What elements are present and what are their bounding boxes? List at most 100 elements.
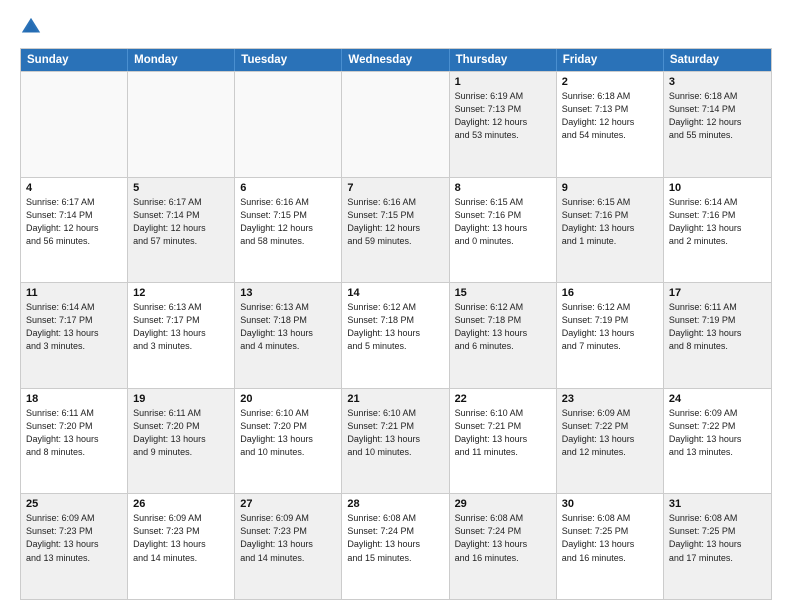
cell-date: 7 [347,182,443,194]
calendar-cell: 28 Sunrise: 6:08 AM Sunset: 7:24 PM Dayli… [342,494,449,599]
calendar-cell: 26 Sunrise: 6:09 AM Sunset: 7:23 PM Dayli… [128,494,235,599]
calendar-cell: 30Sunrise: 6:08 AM Sunset: 7:25 PM Dayli… [557,494,664,599]
calendar-cell: 1 Sunrise: 6:19 AM Sunset: 7:13 PM Daylig… [450,72,557,177]
calendar-cell: 27 Sunrise: 6:09 AM Sunset: 7:23 PM Dayli… [235,494,342,599]
cell-info: Sunrise: 6:08 AM Sunset: 7:24 PM Dayligh… [455,512,551,564]
calendar-cell: 12 Sunrise: 6:13 AM Sunset: 7:17 PM Dayli… [128,283,235,388]
calendar-cell [128,72,235,177]
cell-info: Sunrise: 6:12 AM Sunset: 7:19 PM Dayligh… [562,301,658,353]
cell-info: Sunrise: 6:14 AM Sunset: 7:17 PM Dayligh… [26,301,122,353]
cell-date: 2 [562,76,658,88]
cell-info: Sunrise: 6:11 AM Sunset: 7:20 PM Dayligh… [26,407,122,459]
calendar-row-0: 1 Sunrise: 6:19 AM Sunset: 7:13 PM Daylig… [21,71,771,177]
cell-date: 16 [562,287,658,299]
calendar: SundayMondayTuesdayWednesdayThursdayFrid… [20,48,772,600]
calendar-cell: 14 Sunrise: 6:12 AM Sunset: 7:18 PM Dayli… [342,283,449,388]
cell-info: Sunrise: 6:19 AM Sunset: 7:13 PM Dayligh… [455,90,551,142]
cell-date: 19 [133,393,229,405]
calendar-cell: 2 Sunrise: 6:18 AM Sunset: 7:13 PM Daylig… [557,72,664,177]
cell-info: Sunrise: 6:09 AM Sunset: 7:23 PM Dayligh… [26,512,122,564]
cell-info: Sunrise: 6:10 AM Sunset: 7:21 PM Dayligh… [455,407,551,459]
cell-info: Sunrise: 6:08 AM Sunset: 7:24 PM Dayligh… [347,512,443,564]
cell-date: 18 [26,393,122,405]
cell-info: Sunrise: 6:09 AM Sunset: 7:23 PM Dayligh… [133,512,229,564]
cell-info: Sunrise: 6:18 AM Sunset: 7:13 PM Dayligh… [562,90,658,142]
calendar-cell: 21 Sunrise: 6:10 AM Sunset: 7:21 PM Dayli… [342,389,449,494]
page: SundayMondayTuesdayWednesdayThursdayFrid… [0,0,792,612]
cell-info: Sunrise: 6:18 AM Sunset: 7:14 PM Dayligh… [669,90,766,142]
calendar-cell: 13 Sunrise: 6:13 AM Sunset: 7:18 PM Dayli… [235,283,342,388]
calendar-cell: 6Sunrise: 6:16 AM Sunset: 7:15 PM Daylig… [235,178,342,283]
cell-date: 17 [669,287,766,299]
cell-info: Sunrise: 6:10 AM Sunset: 7:21 PM Dayligh… [347,407,443,459]
day-header-monday: Monday [128,49,235,71]
cell-info: Sunrise: 6:09 AM Sunset: 7:22 PM Dayligh… [562,407,658,459]
cell-date: 9 [562,182,658,194]
calendar-cell: 20Sunrise: 6:10 AM Sunset: 7:20 PM Dayli… [235,389,342,494]
cell-info: Sunrise: 6:12 AM Sunset: 7:18 PM Dayligh… [347,301,443,353]
cell-date: 14 [347,287,443,299]
cell-date: 13 [240,287,336,299]
cell-info: Sunrise: 6:09 AM Sunset: 7:22 PM Dayligh… [669,407,766,459]
day-header-tuesday: Tuesday [235,49,342,71]
cell-info: Sunrise: 6:15 AM Sunset: 7:16 PM Dayligh… [455,196,551,248]
calendar-cell: 23Sunrise: 6:09 AM Sunset: 7:22 PM Dayli… [557,389,664,494]
calendar-cell: 16 Sunrise: 6:12 AM Sunset: 7:19 PM Dayli… [557,283,664,388]
day-header-wednesday: Wednesday [342,49,449,71]
cell-date: 24 [669,393,766,405]
calendar-cell: 5 Sunrise: 6:17 AM Sunset: 7:14 PM Daylig… [128,178,235,283]
cell-date: 10 [669,182,766,194]
cell-info: Sunrise: 6:16 AM Sunset: 7:15 PM Dayligh… [240,196,336,248]
cell-date: 1 [455,76,551,88]
cell-date: 8 [455,182,551,194]
header [20,16,772,38]
logo [20,16,46,38]
calendar-cell: 19 Sunrise: 6:11 AM Sunset: 7:20 PM Dayli… [128,389,235,494]
calendar-cell: 9 Sunrise: 6:15 AM Sunset: 7:16 PM Daylig… [557,178,664,283]
calendar-cell: 4 Sunrise: 6:17 AM Sunset: 7:14 PM Daylig… [21,178,128,283]
cell-date: 3 [669,76,766,88]
cell-date: 29 [455,498,551,510]
calendar-header-row: SundayMondayTuesdayWednesdayThursdayFrid… [21,49,771,71]
calendar-row-3: 18 Sunrise: 6:11 AM Sunset: 7:20 PM Dayli… [21,388,771,494]
calendar-cell: 25Sunrise: 6:09 AM Sunset: 7:23 PM Dayli… [21,494,128,599]
cell-info: Sunrise: 6:15 AM Sunset: 7:16 PM Dayligh… [562,196,658,248]
calendar-cell: 15Sunrise: 6:12 AM Sunset: 7:18 PM Dayli… [450,283,557,388]
calendar-cell: 17Sunrise: 6:11 AM Sunset: 7:19 PM Dayli… [664,283,771,388]
cell-info: Sunrise: 6:13 AM Sunset: 7:18 PM Dayligh… [240,301,336,353]
calendar-cell: 18 Sunrise: 6:11 AM Sunset: 7:20 PM Dayli… [21,389,128,494]
cell-date: 12 [133,287,229,299]
cell-date: 22 [455,393,551,405]
calendar-cell: 11 Sunrise: 6:14 AM Sunset: 7:17 PM Dayli… [21,283,128,388]
calendar-cell: 3 Sunrise: 6:18 AM Sunset: 7:14 PM Daylig… [664,72,771,177]
cell-date: 28 [347,498,443,510]
cell-date: 30 [562,498,658,510]
cell-date: 31 [669,498,766,510]
calendar-cell [235,72,342,177]
cell-date: 20 [240,393,336,405]
cell-info: Sunrise: 6:08 AM Sunset: 7:25 PM Dayligh… [669,512,766,564]
cell-date: 5 [133,182,229,194]
calendar-cell: 8 Sunrise: 6:15 AM Sunset: 7:16 PM Daylig… [450,178,557,283]
calendar-cell: 24 Sunrise: 6:09 AM Sunset: 7:22 PM Dayli… [664,389,771,494]
cell-date: 27 [240,498,336,510]
calendar-cell: 22 Sunrise: 6:10 AM Sunset: 7:21 PM Dayli… [450,389,557,494]
cell-info: Sunrise: 6:12 AM Sunset: 7:18 PM Dayligh… [455,301,551,353]
day-header-saturday: Saturday [664,49,771,71]
cell-info: Sunrise: 6:17 AM Sunset: 7:14 PM Dayligh… [26,196,122,248]
calendar-cell: 7Sunrise: 6:16 AM Sunset: 7:15 PM Daylig… [342,178,449,283]
calendar-cell: 10Sunrise: 6:14 AM Sunset: 7:16 PM Dayli… [664,178,771,283]
calendar-cell [21,72,128,177]
cell-date: 26 [133,498,229,510]
cell-info: Sunrise: 6:09 AM Sunset: 7:23 PM Dayligh… [240,512,336,564]
calendar-row-4: 25Sunrise: 6:09 AM Sunset: 7:23 PM Dayli… [21,493,771,599]
cell-info: Sunrise: 6:13 AM Sunset: 7:17 PM Dayligh… [133,301,229,353]
cell-info: Sunrise: 6:17 AM Sunset: 7:14 PM Dayligh… [133,196,229,248]
cell-info: Sunrise: 6:11 AM Sunset: 7:20 PM Dayligh… [133,407,229,459]
calendar-cell: 31 Sunrise: 6:08 AM Sunset: 7:25 PM Dayli… [664,494,771,599]
cell-date: 21 [347,393,443,405]
logo-icon [20,16,42,38]
cell-date: 11 [26,287,122,299]
cell-date: 4 [26,182,122,194]
calendar-body: 1 Sunrise: 6:19 AM Sunset: 7:13 PM Daylig… [21,71,771,599]
